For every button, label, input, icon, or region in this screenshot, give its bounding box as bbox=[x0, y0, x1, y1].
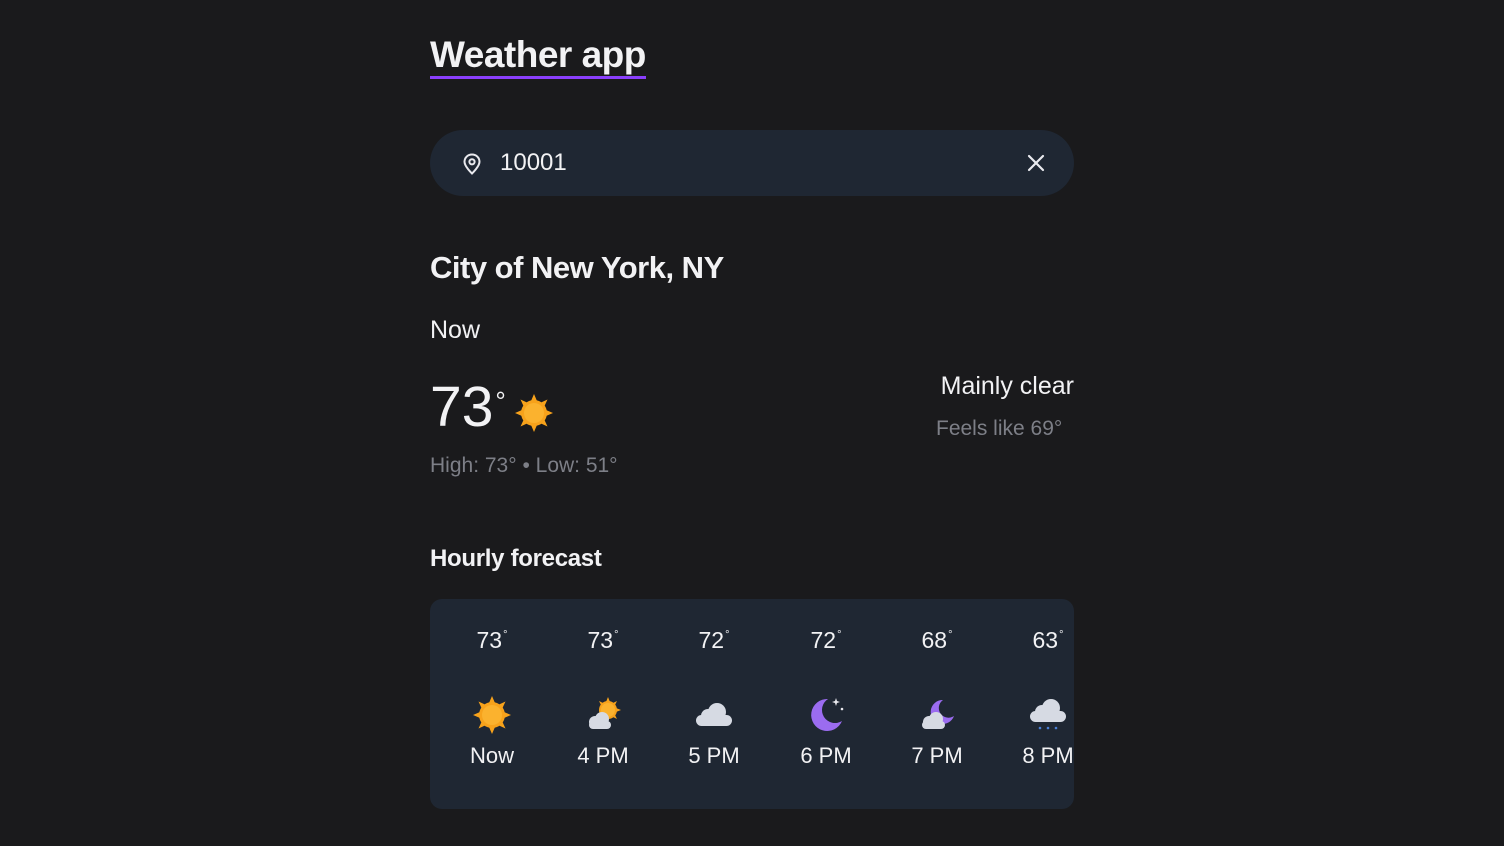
degree-symbol: ° bbox=[614, 629, 619, 641]
feels-like-temperature: Feels like 69° bbox=[936, 417, 1063, 440]
hourly-temperature-value: 73 bbox=[587, 627, 614, 653]
hourly-temperature: 73° bbox=[553, 627, 653, 654]
hourly-temperature-value: 68 bbox=[921, 627, 948, 653]
hourly-temperature: 63° bbox=[998, 627, 1074, 654]
app-title: Weather app bbox=[430, 34, 646, 79]
hourly-time-label: 8 PM bbox=[1022, 743, 1074, 768]
cloud-icon bbox=[696, 703, 732, 726]
current-temperature-value: 73 bbox=[430, 375, 494, 439]
hourly-item: 72° 5 PM bbox=[664, 599, 764, 809]
hourly-temperature-value: 63 bbox=[1032, 627, 1059, 653]
hourly-item: 63° 8 PM bbox=[998, 599, 1074, 809]
hourly-item: 73° 4 PM bbox=[553, 599, 653, 809]
hourly-time-label: 6 PM bbox=[800, 743, 852, 768]
hourly-item: 73° Now bbox=[442, 599, 542, 809]
weather-condition: Mainly clear bbox=[940, 372, 1074, 400]
hourly-forecast-title: Hourly forecast bbox=[430, 545, 602, 572]
hourly-temperature-value: 73 bbox=[476, 627, 503, 653]
close-icon[interactable] bbox=[1024, 151, 1048, 175]
degree-symbol: ° bbox=[1059, 629, 1064, 641]
degree-symbol: ° bbox=[725, 629, 730, 641]
degree-symbol: ° bbox=[837, 629, 842, 641]
hourly-forecast-card[interactable]: 73° Now 73° 4 PM 72° 5 PM 72° 6 PM 68° 7… bbox=[430, 599, 1074, 809]
hourly-temperature: 72° bbox=[664, 627, 764, 654]
high-low-temperature: High: 73° • Low: 51° bbox=[430, 454, 618, 477]
hourly-temperature-value: 72 bbox=[698, 627, 725, 653]
hourly-temperature: 72° bbox=[776, 627, 876, 654]
location-search-input[interactable] bbox=[500, 144, 1000, 182]
hourly-item: 68° 7 PM bbox=[887, 599, 987, 809]
hourly-temperature-value: 72 bbox=[810, 627, 837, 653]
degree-symbol: ° bbox=[948, 629, 953, 641]
location-search-bar[interactable] bbox=[430, 130, 1074, 196]
sun-icon bbox=[515, 394, 553, 432]
hourly-item: 72° 6 PM bbox=[776, 599, 876, 809]
partly-cloudy-icon bbox=[589, 697, 621, 729]
hourly-temperature: 68° bbox=[887, 627, 987, 654]
hourly-time-label: 4 PM bbox=[577, 743, 629, 768]
degree-symbol: ° bbox=[495, 386, 506, 416]
weather-app: Weather app City of New York, NY Now 73° bbox=[0, 0, 1504, 846]
location-pin-icon bbox=[463, 153, 481, 175]
location-name: City of New York, NY bbox=[430, 250, 724, 285]
hourly-temperature: 73° bbox=[442, 627, 542, 654]
hourly-time-label: 5 PM bbox=[688, 743, 740, 768]
current-temperature: 73° bbox=[430, 375, 506, 439]
moon-icon bbox=[811, 698, 844, 731]
degree-symbol: ° bbox=[503, 629, 508, 641]
sun-icon bbox=[473, 696, 511, 734]
drizzle-icon bbox=[1030, 699, 1066, 730]
current-label: Now bbox=[430, 316, 481, 344]
partly-cloudy-night-icon bbox=[922, 699, 954, 729]
hourly-time-label: Now bbox=[469, 743, 514, 768]
hourly-time-label: 7 PM bbox=[911, 743, 963, 768]
